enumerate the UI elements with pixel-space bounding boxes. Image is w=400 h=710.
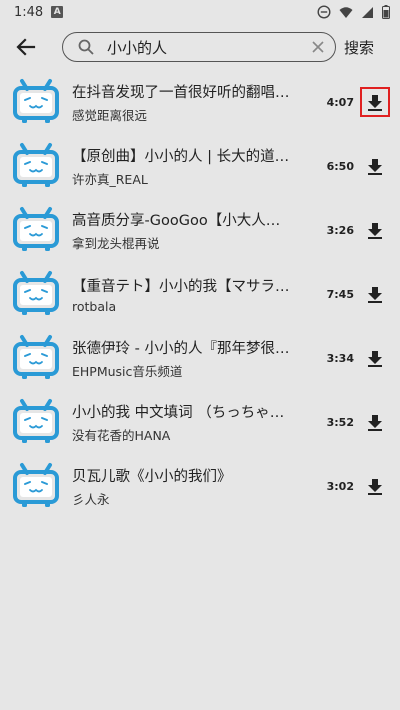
back-button[interactable] <box>12 33 40 61</box>
result-row[interactable]: 小小的我 中文填词 （ちっちゃ… 没有花香的HANA 3:52 <box>0 390 400 454</box>
result-row[interactable]: 在抖音发现了一首很好听的翻唱… 感觉距离很远 4:07 <box>0 70 400 134</box>
result-text: 张德伊玲 - 小小的人『那年梦很… EHPMusic音乐频道 <box>72 337 316 380</box>
result-artist: 彡人永 <box>72 491 110 507</box>
status-time: 1:48 <box>14 4 44 20</box>
result-text: 高音质分享-GooGoo【小大人】“… 拿到龙头棍再说 <box>72 209 316 252</box>
download-button[interactable] <box>360 87 390 117</box>
result-title: 在抖音发现了一首很好听的翻唱… <box>72 84 290 101</box>
result-row[interactable]: 张德伊玲 - 小小的人『那年梦很… EHPMusic音乐频道 3:34 <box>0 326 400 390</box>
result-duration: 6:50 <box>326 159 354 173</box>
download-button[interactable] <box>360 471 390 501</box>
download-button[interactable] <box>360 407 390 437</box>
result-title: 张德伊玲 - 小小的人『那年梦很… <box>72 340 290 357</box>
notification-a-icon: A <box>51 6 64 18</box>
bilibili-tv-icon <box>12 78 62 126</box>
bilibili-tv-icon <box>12 334 62 382</box>
download-button[interactable] <box>360 343 390 373</box>
download-button[interactable] <box>360 215 390 245</box>
search-icon <box>77 38 95 56</box>
bilibili-tv-icon <box>12 398 62 446</box>
search-results-list: 在抖音发现了一首很好听的翻唱… 感觉距离很远 4:07 【原创曲】小小的人 | … <box>0 70 400 518</box>
search-toolbar: 搜索 <box>0 24 400 70</box>
do-not-disturb-icon <box>317 5 331 19</box>
clear-icon[interactable] <box>309 38 327 56</box>
download-icon <box>367 158 383 175</box>
result-title: 贝瓦儿歌《小小的我们》 <box>72 468 232 485</box>
result-title: 【重音テト】小小的我【マサラ… <box>72 278 290 295</box>
download-icon <box>367 222 383 239</box>
search-box[interactable] <box>62 32 336 62</box>
result-duration: 3:26 <box>326 223 354 237</box>
battery-icon <box>382 5 390 19</box>
result-duration: 4:07 <box>326 95 354 109</box>
result-artist: 许亦真_REAL <box>72 171 148 187</box>
search-button[interactable]: 搜索 <box>344 37 374 58</box>
result-title: 【原创曲】小小的人 | 长大的道… <box>72 148 290 165</box>
result-artist: 感觉距离很远 <box>72 107 148 123</box>
bilibili-tv-icon <box>12 206 62 254</box>
result-title: 小小的我 中文填词 （ちっちゃ… <box>72 404 285 421</box>
result-text: 贝瓦儿歌《小小的我们》 彡人永 <box>72 465 316 508</box>
result-duration: 7:45 <box>326 287 354 301</box>
result-artist: 没有花香的HANA <box>72 427 171 443</box>
download-button[interactable] <box>360 279 390 309</box>
result-artist: rotbala <box>72 298 117 314</box>
signal-icon <box>362 6 373 18</box>
result-text: 小小的我 中文填词 （ちっちゃ… 没有花香的HANA <box>72 401 316 444</box>
back-arrow-icon <box>16 38 36 56</box>
search-input[interactable] <box>107 38 309 56</box>
result-row[interactable]: 贝瓦儿歌《小小的我们》 彡人永 3:02 <box>0 454 400 518</box>
download-icon <box>367 286 383 303</box>
result-duration: 3:02 <box>326 479 354 493</box>
status-left: 1:48 A <box>14 4 64 20</box>
result-title: 高音质分享-GooGoo【小大人】“… <box>72 212 294 229</box>
bilibili-tv-icon <box>12 270 62 318</box>
status-right <box>317 5 390 19</box>
result-text: 【原创曲】小小的人 | 长大的道… 许亦真_REAL <box>72 145 316 188</box>
result-row[interactable]: 【原创曲】小小的人 | 长大的道… 许亦真_REAL 6:50 <box>0 134 400 198</box>
result-text: 【重音テト】小小的我【マサラ… rotbala <box>72 275 316 314</box>
status-bar: 1:48 A <box>0 0 400 24</box>
download-icon <box>367 94 383 111</box>
result-text: 在抖音发现了一首很好听的翻唱… 感觉距离很远 <box>72 81 316 124</box>
download-button[interactable] <box>360 151 390 181</box>
result-duration: 3:52 <box>326 415 354 429</box>
result-artist: 拿到龙头棍再说 <box>72 235 160 251</box>
wifi-icon <box>339 6 353 18</box>
result-row[interactable]: 【重音テト】小小的我【マサラ… rotbala 7:45 <box>0 262 400 326</box>
bilibili-tv-icon <box>12 462 62 510</box>
result-artist: EHPMusic音乐频道 <box>72 363 183 379</box>
result-duration: 3:34 <box>326 351 354 365</box>
bilibili-tv-icon <box>12 142 62 190</box>
download-icon <box>367 478 383 495</box>
download-icon <box>367 414 383 431</box>
download-icon <box>367 350 383 367</box>
result-row[interactable]: 高音质分享-GooGoo【小大人】“… 拿到龙头棍再说 3:26 <box>0 198 400 262</box>
